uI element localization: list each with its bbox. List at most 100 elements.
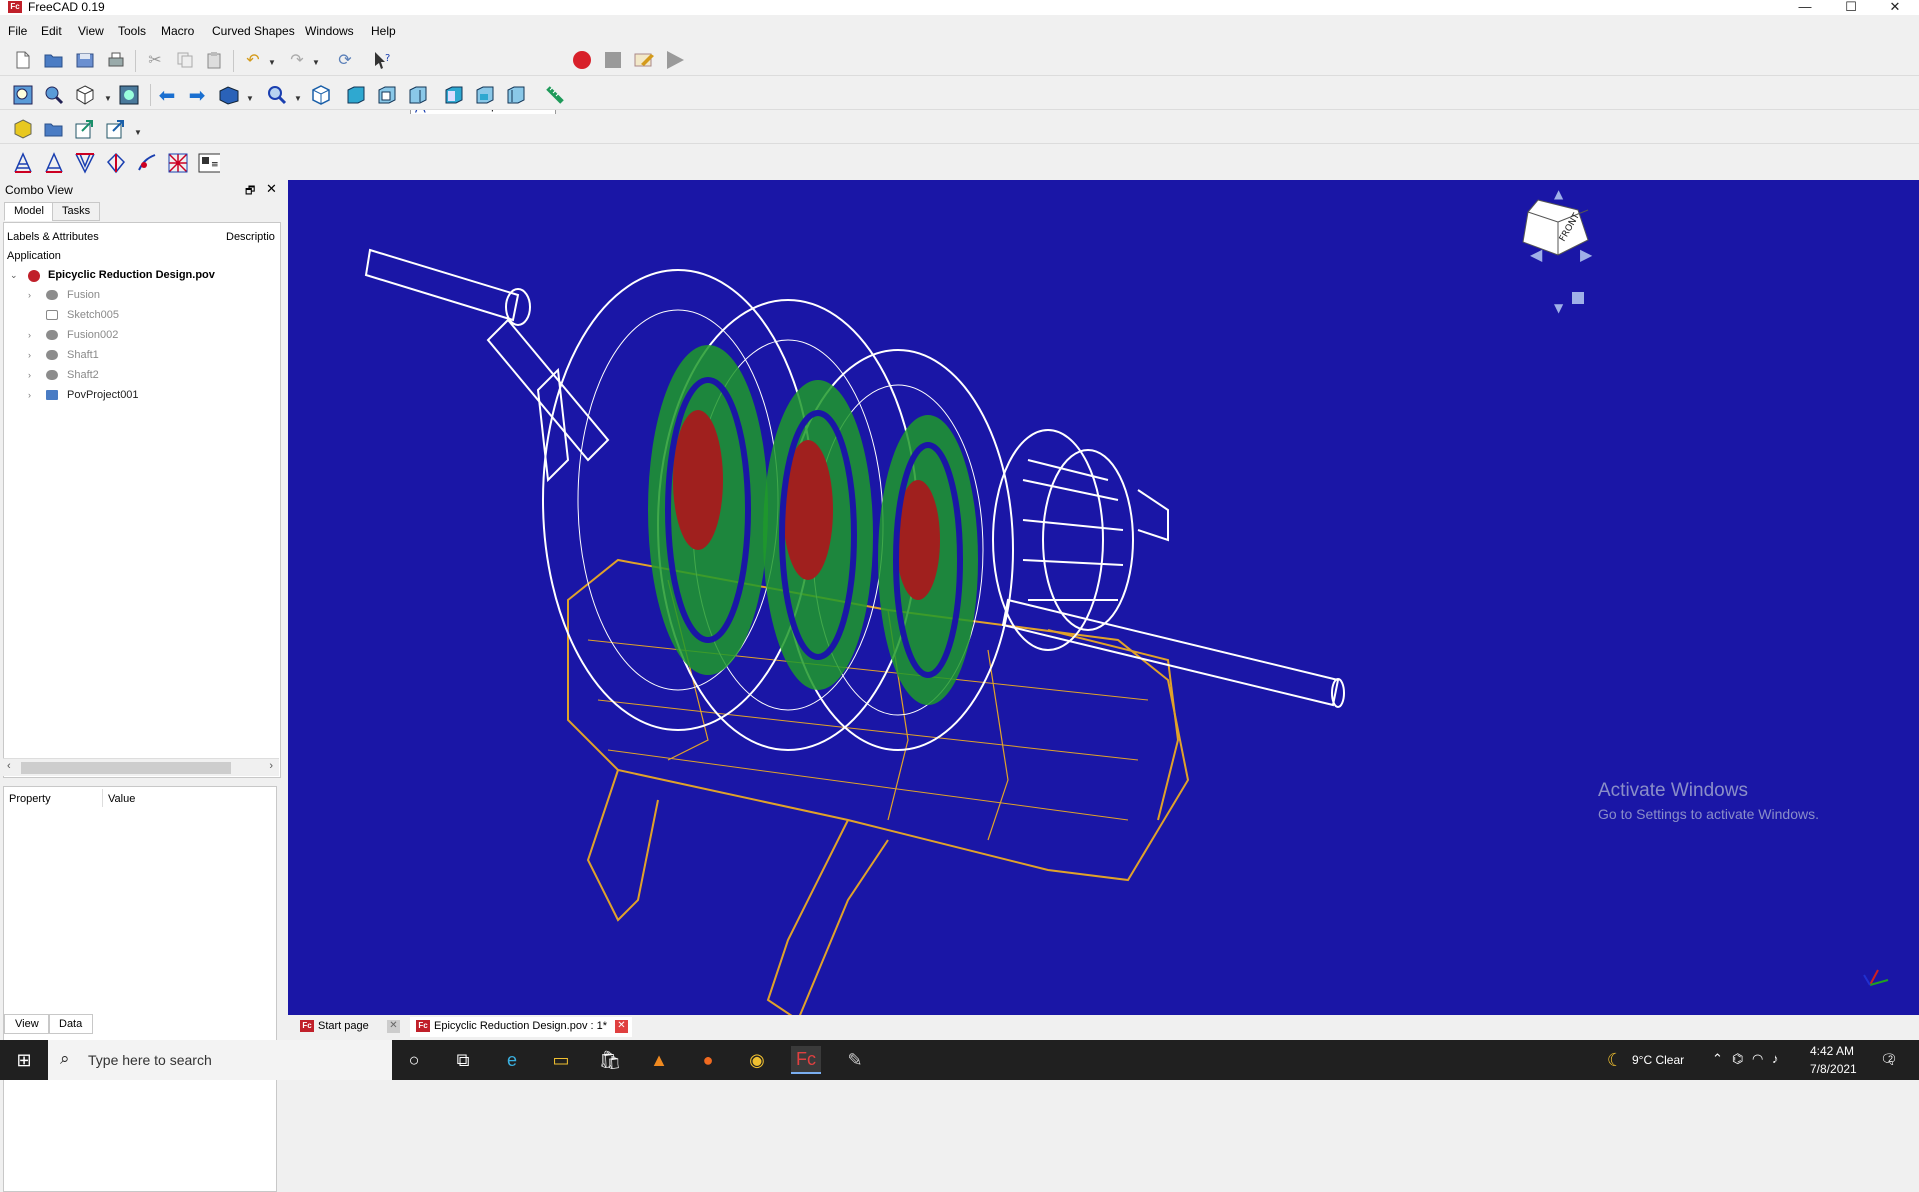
menu-tools[interactable]: Tools	[118, 24, 146, 38]
file-explorer-icon[interactable]: ▭	[546, 1046, 576, 1074]
fit-selection-icon[interactable]	[43, 84, 65, 106]
menu-view[interactable]: View	[78, 24, 104, 38]
bbox-dropdown-icon[interactable]: ▼	[246, 94, 254, 103]
column-divider[interactable]	[102, 789, 103, 807]
surface-cut-icon[interactable]	[105, 152, 127, 174]
forward-arrow-icon[interactable]: ➡	[186, 84, 208, 107]
copy-icon[interactable]	[174, 49, 196, 71]
rear-view-icon[interactable]	[443, 84, 465, 106]
named-sketch-icon[interactable]	[136, 152, 158, 174]
zoom-dropdown-icon[interactable]: ▼	[294, 94, 302, 103]
view-cube-icon[interactable]	[310, 84, 332, 106]
redo-icon[interactable]: ↷	[286, 49, 308, 71]
redo-dropdown-icon[interactable]: ▼	[312, 58, 320, 67]
front-view-icon[interactable]	[345, 84, 367, 106]
refresh-icon[interactable]: ⟳	[334, 49, 356, 71]
volume-icon[interactable]: ♪	[1772, 1051, 1779, 1066]
create-group-icon[interactable]	[43, 118, 65, 140]
navigation-cube[interactable]: FRONT ◀ ▶ ▲ ▼	[1522, 187, 1593, 315]
curved-array-icon[interactable]	[12, 152, 34, 174]
taskbar-search-box[interactable]: ⌕ Type here to search	[48, 1040, 392, 1080]
tree-item-fusion002[interactable]: › Fusion002	[4, 326, 280, 344]
scroll-right-icon[interactable]: ›	[269, 760, 273, 772]
float-panel-icon[interactable]: 🗗	[245, 182, 255, 201]
scroll-left-icon[interactable]: ‹	[7, 760, 11, 772]
tree-horizontal-scrollbar[interactable]: ‹ ›	[3, 758, 279, 776]
close-tab-icon[interactable]: ✕	[387, 1020, 400, 1033]
app-taskbar-icon[interactable]: ✎	[840, 1046, 870, 1074]
curved-segment-icon[interactable]	[43, 152, 65, 174]
link-actions-dropdown-icon[interactable]: ▼	[134, 128, 142, 137]
menu-edit[interactable]: Edit	[41, 24, 62, 38]
interpolated-middle-icon[interactable]	[74, 152, 96, 174]
clock-time[interactable]: 4:42 AM	[1810, 1044, 1854, 1058]
tab-data[interactable]: Data	[48, 1014, 94, 1034]
clock-date[interactable]: 7/8/2021	[1810, 1062, 1857, 1076]
store-icon[interactable]: 🛍	[595, 1046, 625, 1074]
menu-windows[interactable]: Windows	[305, 24, 354, 38]
curved-grid-icon[interactable]	[167, 152, 189, 174]
close-tab-icon[interactable]: ✕	[615, 1020, 628, 1033]
bottom-view-icon[interactable]	[474, 84, 496, 106]
chevron-right-icon[interactable]: ›	[28, 386, 31, 404]
minimize-button[interactable]: —	[1790, 0, 1820, 15]
left-view-icon[interactable]	[505, 84, 527, 106]
tray-chevron-up-icon[interactable]: ⌃	[1712, 1051, 1723, 1067]
menu-file[interactable]: File	[8, 24, 27, 38]
menu-help[interactable]: Help	[371, 24, 396, 38]
chevron-down-icon[interactable]: ⌄	[10, 266, 18, 284]
tab-view[interactable]: View	[4, 1014, 50, 1034]
create-part-icon[interactable]	[12, 118, 34, 140]
scrollbar-thumb[interactable]	[21, 762, 231, 774]
macro-run-icon[interactable]	[664, 49, 686, 71]
fillet-icon[interactable]: ≡	[198, 152, 220, 174]
chevron-right-icon[interactable]: ›	[28, 366, 31, 384]
tab-epicyclic-document[interactable]: Fc Epicyclic Reduction Design.pov : 1* ✕	[410, 1017, 632, 1037]
maximize-button[interactable]: ☐	[1836, 0, 1866, 15]
zoom-icon[interactable]	[266, 84, 288, 106]
tree-item-sketch005[interactable]: Sketch005	[4, 306, 280, 324]
tree-item-shaft2[interactable]: › Shaft2	[4, 366, 280, 384]
save-icon[interactable]	[74, 49, 96, 71]
close-button[interactable]: ✕	[1880, 0, 1910, 15]
isometric-view-icon[interactable]	[74, 84, 96, 106]
menu-macro[interactable]: Macro	[161, 24, 194, 38]
new-document-icon[interactable]	[12, 49, 34, 71]
tree-item-povproject001[interactable]: › PovProject001	[4, 386, 280, 404]
chevron-right-icon[interactable]: ›	[28, 286, 31, 304]
wifi-icon[interactable]: ◠	[1752, 1051, 1763, 1067]
tab-tasks[interactable]: Tasks	[52, 202, 101, 221]
weather-moon-icon[interactable]: ☾	[1600, 1046, 1630, 1074]
print-icon[interactable]	[105, 49, 127, 71]
bounding-box-icon[interactable]	[218, 84, 240, 106]
macro-stop-icon[interactable]	[602, 49, 624, 71]
chrome-icon[interactable]: ◉	[742, 1046, 772, 1074]
macro-edit-icon[interactable]	[633, 49, 655, 71]
chevron-right-icon[interactable]: ›	[28, 346, 31, 364]
tree-document[interactable]: ⌄ Epicyclic Reduction Design.pov	[4, 266, 280, 284]
back-arrow-icon[interactable]: ⬅	[156, 84, 178, 107]
tab-model[interactable]: Model	[4, 202, 54, 221]
paste-icon[interactable]	[203, 49, 225, 71]
tree-item-shaft1[interactable]: › Shaft1	[4, 346, 280, 364]
tab-start-page[interactable]: Fc Start page ✕	[294, 1017, 404, 1037]
chevron-right-icon[interactable]: ›	[28, 326, 31, 344]
menu-curved-shapes[interactable]: Curved Shapes	[212, 24, 295, 38]
standard-views-dropdown-icon[interactable]: ▼	[104, 94, 112, 103]
create-link-icon[interactable]	[74, 118, 96, 140]
firefox-icon[interactable]: ●	[693, 1046, 723, 1074]
macro-record-icon[interactable]	[571, 49, 593, 71]
task-view-icon[interactable]: ⧉	[448, 1046, 478, 1074]
vlc-icon[interactable]: ▲	[644, 1046, 674, 1074]
undo-dropdown-icon[interactable]: ▼	[268, 58, 276, 67]
open-folder-icon[interactable]	[43, 49, 65, 71]
undo-icon[interactable]: ↶	[242, 49, 264, 71]
tree-item-fusion[interactable]: › Fusion	[4, 286, 280, 304]
link-actions-icon[interactable]	[105, 118, 127, 140]
cut-icon[interactable]: ✂	[144, 49, 166, 71]
network-icon[interactable]: ⌬	[1732, 1051, 1743, 1067]
freecad-taskbar-icon[interactable]: Fc	[791, 1046, 821, 1074]
draw-style-icon[interactable]	[118, 84, 140, 106]
measure-icon[interactable]	[544, 84, 566, 106]
weather-text[interactable]: 9°C Clear	[1632, 1053, 1684, 1067]
